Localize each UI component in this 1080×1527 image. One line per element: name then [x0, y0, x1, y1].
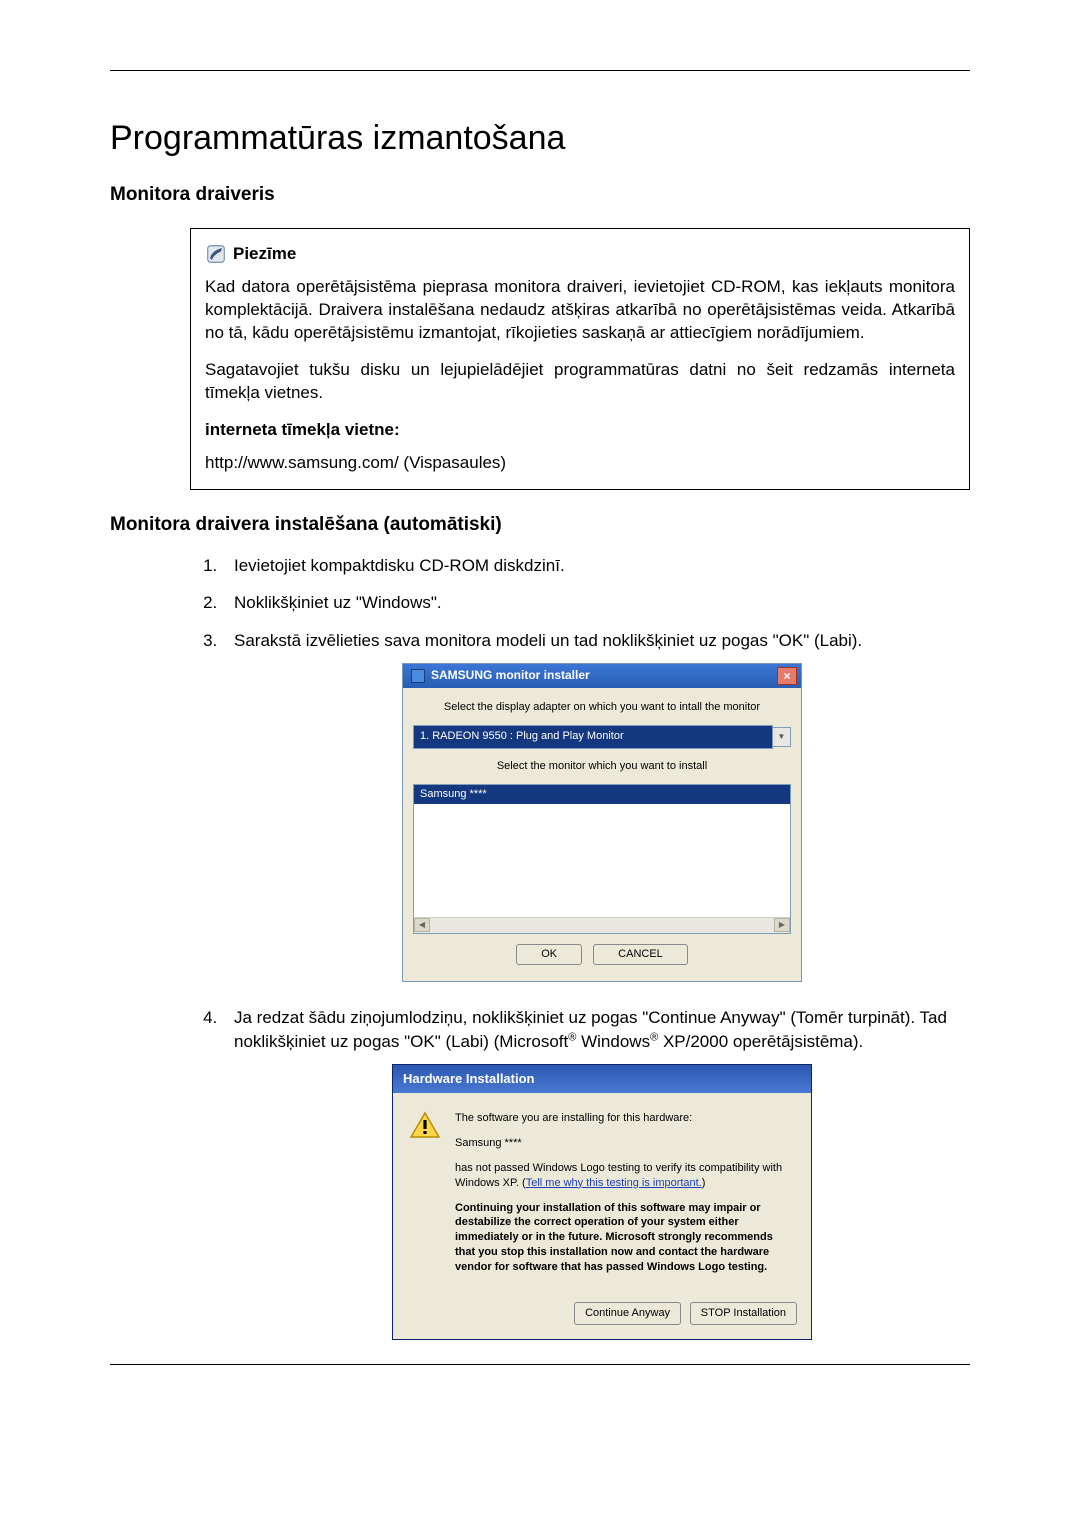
installer-button-row: OK CANCEL [413, 934, 791, 971]
section-monitor-driver-heading: Monitora draiveris [110, 184, 970, 206]
page-title: Programmatūras izmantošana [110, 119, 970, 158]
bottom-rule [110, 1364, 970, 1365]
step-3: Sarakstā izvēlieties sava monitora model… [222, 629, 970, 982]
installer-titlebar: SAMSUNG monitor installer × [403, 664, 801, 688]
installer-title: SAMSUNG monitor installer [431, 667, 590, 684]
warning-icon [409, 1111, 441, 1139]
note-box: Piezīme Kad datora operētājsistēma piepr… [190, 228, 970, 490]
note-url: http://www.samsung.com/ (Vispasaules) [205, 452, 955, 475]
section-auto-install-heading: Monitora draivera instalēšana (automātis… [110, 514, 970, 536]
scroll-right-icon[interactable]: ▶ [774, 918, 790, 932]
top-rule [110, 70, 970, 71]
installer-body: Select the display adapter on which you … [403, 688, 801, 982]
hw-line-1: The software you are installing for this… [455, 1111, 795, 1126]
tell-me-why-link[interactable]: Tell me why this testing is important. [526, 1177, 702, 1189]
continue-anyway-button[interactable]: Continue Anyway [574, 1302, 681, 1325]
list-item[interactable]: Samsung **** [414, 785, 790, 804]
monitor-listbox[interactable]: Samsung **** ◀ ▶ [413, 784, 791, 934]
step-1: Ievietojiet kompaktdisku CD-ROM diskdzin… [222, 554, 970, 578]
close-icon[interactable]: × [777, 667, 797, 685]
hw-line-2: Samsung **** [455, 1136, 795, 1151]
installer-dialog: SAMSUNG monitor installer × Select the d… [402, 663, 802, 983]
horizontal-scrollbar[interactable]: ◀ ▶ [414, 917, 790, 933]
window-icon [411, 669, 425, 683]
hardware-install-dialog: Hardware Installation The software you a… [392, 1064, 812, 1340]
hardware-body: The software you are installing for this… [393, 1093, 811, 1293]
note-icon [205, 243, 227, 265]
ok-button[interactable]: OK [516, 944, 582, 965]
reg-mark-2: ® [650, 1032, 658, 1044]
installer-instruction-2: Select the monitor which you want to ins… [413, 759, 791, 774]
step-3-text: Sarakstā izvēlieties sava monitora model… [234, 631, 862, 650]
note-label: Piezīme [233, 243, 296, 266]
cancel-button[interactable]: CANCEL [593, 944, 688, 965]
combo-selected: 1. RADEON 9550 : Plug and Play Monitor [413, 725, 773, 748]
step-4: Ja redzat šādu ziņojumlodziņu, noklikšķi… [222, 1006, 970, 1340]
hw-line-4: Continuing your installation of this sof… [455, 1201, 795, 1275]
step-4-text-b: Windows [576, 1032, 650, 1051]
step-2: Noklikšķiniet uz "Windows". [222, 591, 970, 615]
chevron-down-icon[interactable]: ▼ [773, 727, 791, 747]
note-header: Piezīme [205, 243, 955, 266]
hw-line-3: has not passed Windows Logo testing to v… [455, 1161, 795, 1191]
hardware-titlebar: Hardware Installation [393, 1065, 811, 1093]
hardware-text: The software you are installing for this… [455, 1111, 795, 1285]
display-adapter-combo[interactable]: 1. RADEON 9550 : Plug and Play Monitor ▼ [413, 725, 791, 748]
note-paragraph-1: Kad datora operētājsistēma pieprasa moni… [205, 276, 955, 345]
hardware-button-row: Continue Anyway STOP Installation [393, 1293, 811, 1339]
note-paragraph-2: Sagatavojiet tukšu disku un lejupielādēj… [205, 359, 955, 405]
install-steps-list: Ievietojiet kompaktdisku CD-ROM diskdzin… [222, 554, 970, 1341]
stop-installation-button[interactable]: STOP Installation [690, 1302, 797, 1325]
step-4-text-c: XP/2000 operētājsistēma). [658, 1032, 863, 1051]
installer-instruction-1: Select the display adapter on which you … [413, 700, 791, 715]
scroll-left-icon[interactable]: ◀ [414, 918, 430, 932]
note-subhead: interneta tīmekļa vietne: [205, 419, 955, 442]
